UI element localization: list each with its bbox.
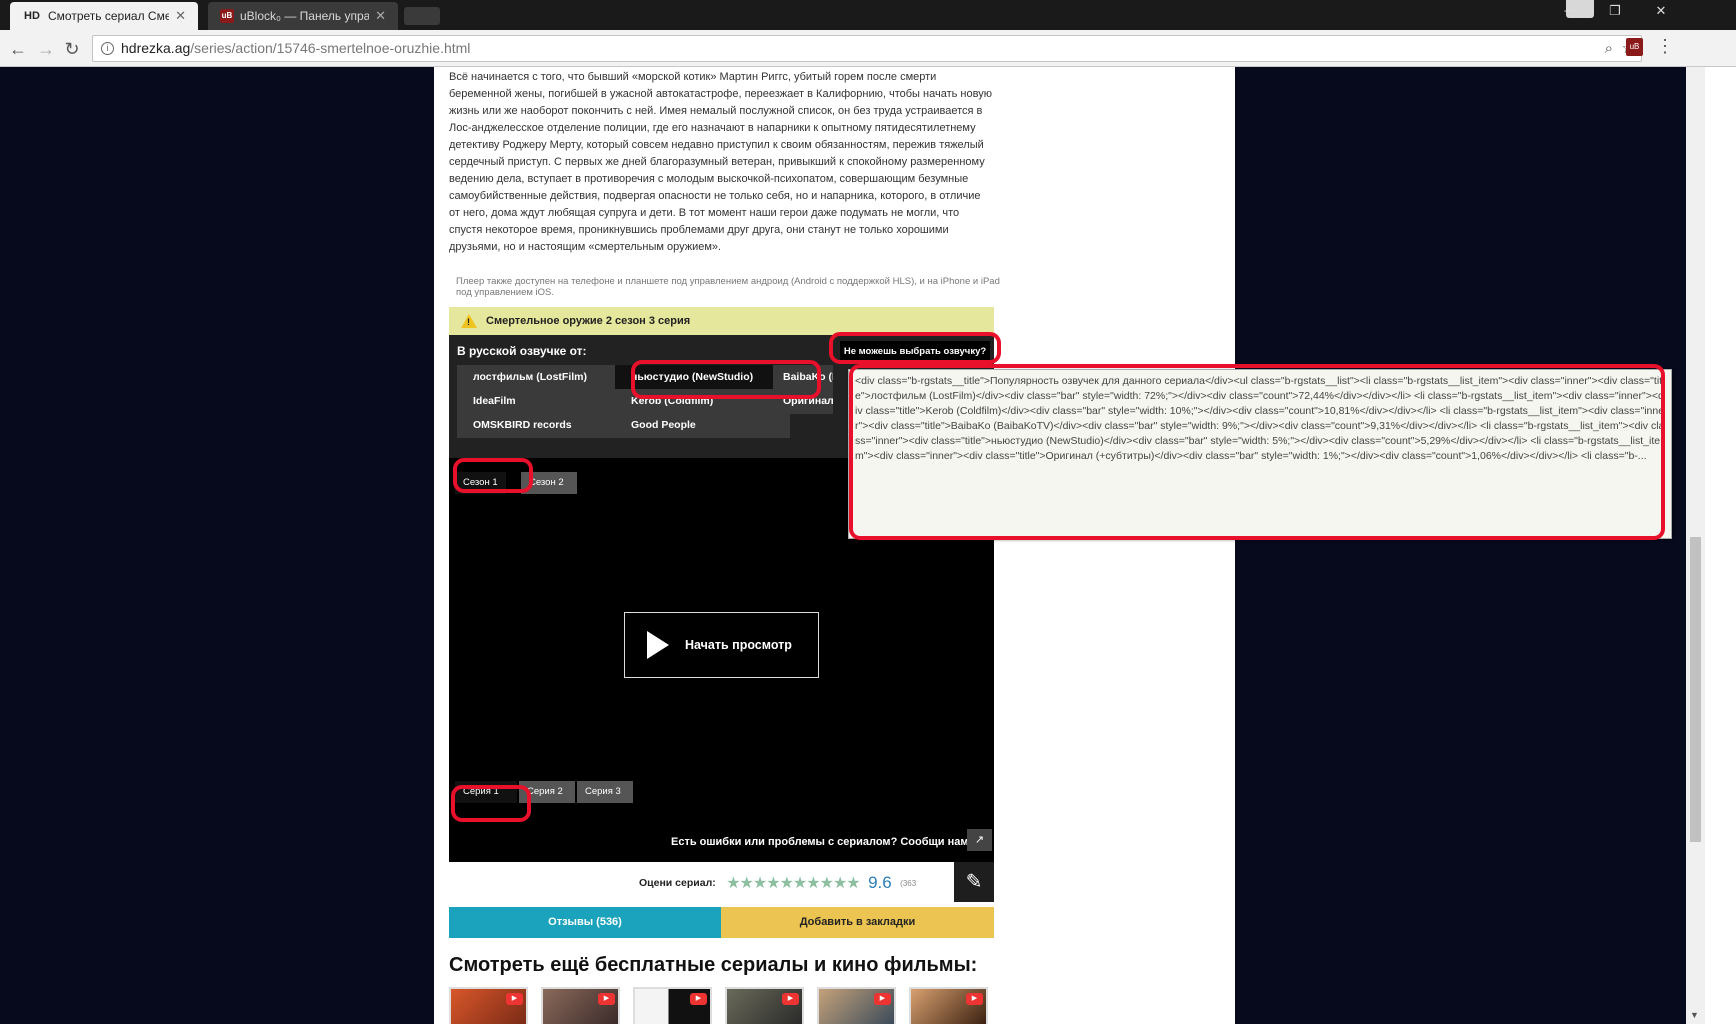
recommendation-thumbnail[interactable]: ▶ [817,987,896,1024]
share-icon[interactable]: ↗ [967,829,992,851]
tab-hdrezka[interactable]: HD Смотреть сериал Смерт ✕ [10,2,198,30]
close-tab-icon[interactable]: ✕ [175,8,186,24]
rating-value: 9.6 [868,873,892,892]
browser-titlebar: HD Смотреть сериал Смерт ✕ uB uBlock₀ — … [0,0,1736,30]
rating-label: Оцени сериал: [639,877,716,889]
more-series-title: Смотреть ещё бесплатные сериалы и кино ф… [449,954,978,976]
forward-arrow-icon[interactable]: → [34,37,58,61]
episode-title: Смертельное оружие 2 сезон 3 серия [486,315,691,327]
rating-count: (363 [900,878,917,888]
annotation-outline-cant-choose [829,332,1001,364]
report-problem-link[interactable]: Есть ошибки или проблемы с сериалом? Соо… [671,836,972,848]
close-tab-icon[interactable]: ✕ [375,8,386,24]
start-watching-button[interactable]: Начать просмотр [624,612,819,678]
minimize-icon[interactable]: ─ [1546,0,1592,22]
warning-icon: ! [461,314,477,328]
translator-good-people[interactable]: Good People [615,413,790,438]
translators-title: В русской озвучке от: [457,344,587,358]
recommendation-thumbnail[interactable]: ▶ [725,987,804,1024]
tab-title: Смотреть сериал Смерт [48,9,170,23]
series-description: Всё начинается с того, что бывший «морск… [449,71,992,253]
recommendations-row: ▶ ▶ ▶ ▶ ▶ ▶ [449,987,988,1024]
page-viewport: Всё начинается с того, что бывший «морск… [0,67,1686,1024]
scrollbar-thumb[interactable] [1690,537,1701,842]
recommendation-thumbnail[interactable]: ▶ [449,987,528,1024]
maximize-icon[interactable]: ❐ [1592,0,1638,22]
ublock-extension-icon[interactable]: uB [1626,38,1643,56]
translator-omskbird[interactable]: OMSKBIRD records [457,413,632,438]
device-note: Плеер также доступен на телефоне и планш… [456,276,1000,298]
video-icon: ▶ [782,993,799,1005]
video-icon: ▶ [598,993,615,1005]
episode-3-button[interactable]: Серия 3 [577,781,633,803]
recommendation-thumbnail[interactable]: ▶ [541,987,620,1024]
content-column: Всё начинается с того, что бывший «морск… [434,67,1235,1024]
window-controls: ─ ❐ ✕ [1546,0,1684,22]
close-window-icon[interactable]: ✕ [1638,0,1684,22]
annotation-outline-episode-1 [451,785,531,822]
start-watching-label: Начать просмотр [685,638,792,652]
annotation-outline-tooltip [849,364,1665,540]
play-icon [647,631,669,659]
ublock-favicon-icon: uB [220,9,234,23]
rating-row: Оцени сериал: ★★★★★★★★★★ 9.6 (363 [639,873,916,895]
browser-menu-icon[interactable]: ⋮ [1656,36,1674,57]
annotation-outline-newstudio [631,360,821,399]
video-icon: ▶ [690,993,707,1005]
url-path: /series/action/15746-smertelnoe-oruzhie.… [190,40,471,56]
hd-favicon-icon: HD [24,10,40,22]
tab-ublock[interactable]: uB uBlock₀ — Панель упра ✕ [208,2,398,30]
browser-toolbar: ← → ↻ i hdrezka.ag/series/action/15746-s… [0,30,1736,67]
page-info-icon[interactable]: i [101,42,114,55]
right-margin [1705,67,1736,1024]
reload-icon[interactable]: ↻ [60,37,84,61]
recommendation-thumbnail[interactable]: ▶ [633,987,712,1024]
reviews-button[interactable]: Отзывы (536) [449,907,721,938]
episode-title-bar: ! Смертельное оружие 2 сезон 3 серия [449,307,994,335]
page-scrollbar[interactable]: ▼ [1686,67,1705,1024]
scroll-down-arrow-icon[interactable]: ▼ [1690,1010,1699,1020]
url-host: hdrezka.ag [121,40,191,56]
recommendation-thumbnail[interactable]: ▶ [909,987,988,1024]
video-icon: ▶ [966,993,983,1005]
back-arrow-icon[interactable]: ← [6,37,30,61]
new-tab-button[interactable] [404,7,440,25]
translator-ideafilm[interactable]: IdeaFilm [457,389,632,414]
rating-stars-icon[interactable]: ★★★★★★★★★★ [726,875,860,892]
add-bookmark-button[interactable]: Добавить в закладки [721,907,994,938]
video-icon: ▶ [506,993,523,1005]
translator-lostfilm[interactable]: лостфильм (LostFilm) [457,365,632,390]
feedback-pencil-icon[interactable]: ✎ [954,862,994,902]
zoom-icon[interactable]: ⌕ [1605,36,1613,61]
annotation-outline-season-1 [453,458,533,493]
video-icon: ▶ [874,993,891,1005]
address-bar[interactable]: i hdrezka.ag/series/action/15746-smertel… [92,35,1642,62]
tab-title: uBlock₀ — Панель упра [240,9,370,23]
